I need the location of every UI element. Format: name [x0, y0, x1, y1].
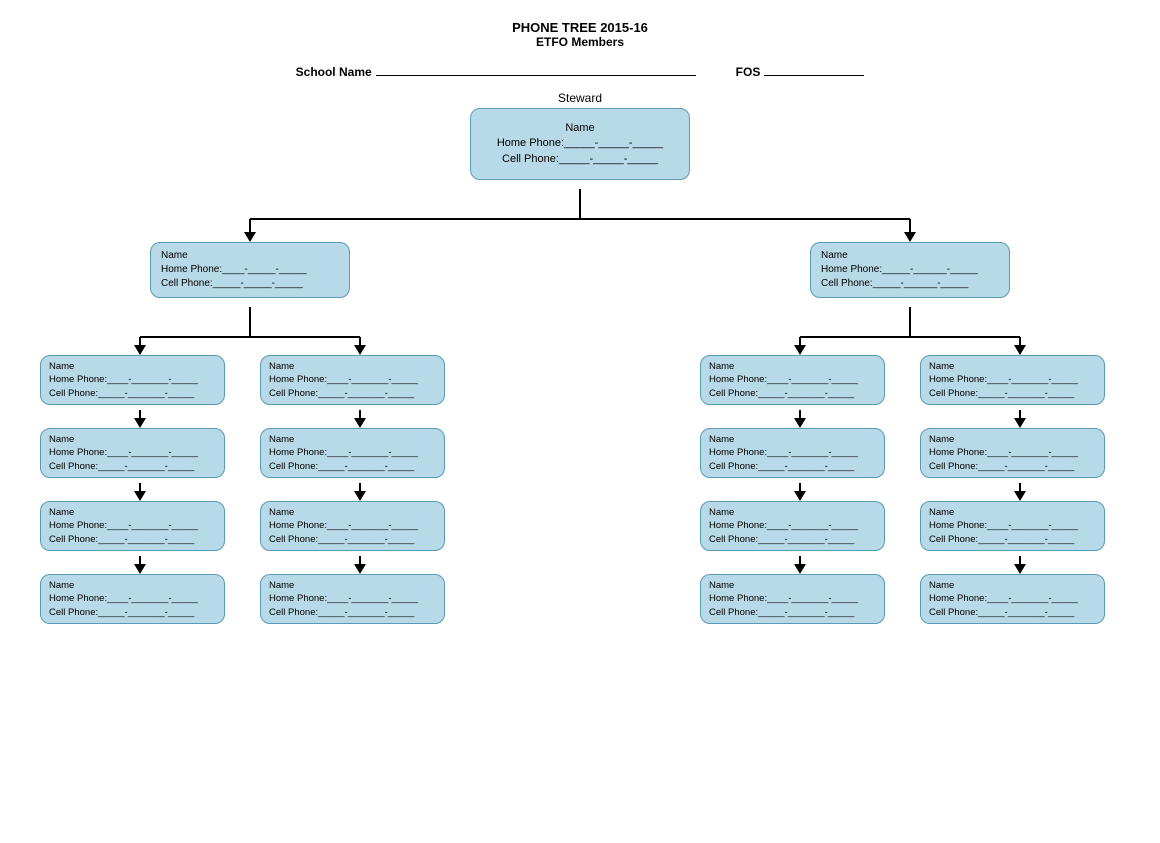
col4-node0: Name Home Phone:____-_______-_____ Cell … — [920, 355, 1110, 405]
col3-node2: Name Home Phone:____-_______-_____ Cell … — [700, 501, 890, 551]
col3-node3: Name Home Phone:____-_______-_____ Cell … — [700, 574, 890, 624]
col3-node0: Name Home Phone:____-_______-_____ Cell … — [700, 355, 890, 405]
col1-node1: Name Home Phone:____-_______-_____ Cell … — [40, 428, 230, 478]
level1-left: Name Home Phone:____-_____-_____ Cell Ph… — [150, 242, 350, 298]
school-field: School Name — [296, 65, 696, 79]
steward-label-text: Steward Name Home Phone:_____-_____-____… — [470, 91, 690, 180]
c1n1-name: Name — [49, 433, 216, 446]
steward-label: Steward — [470, 91, 690, 105]
root-home: Home Phone:_____-_____-_____ — [487, 136, 673, 151]
l1l-home: Home Phone:____-_____-_____ — [161, 263, 339, 277]
col4-node1: Name Home Phone:____-_______-_____ Cell … — [920, 428, 1110, 478]
c1n0-home: Home Phone:____-_______-_____ — [49, 373, 216, 386]
l1l-cell: Cell Phone:_____-_____-_____ — [161, 277, 339, 291]
school-fos-line: School Name FOS — [30, 65, 1130, 79]
sub-title: ETFO Members — [30, 35, 1130, 49]
school-label: School Name — [296, 65, 372, 79]
root-node: Name Home Phone:_____-_____-_____ Cell P… — [470, 108, 690, 180]
l1l-name: Name — [161, 249, 339, 263]
c1n0-name: Name — [49, 360, 216, 373]
level1-left-node: Name Home Phone:____-_____-_____ Cell Ph… — [150, 242, 350, 298]
fos-field: FOS — [736, 65, 865, 79]
col3-node1: Name Home Phone:____-_______-_____ Cell … — [700, 428, 890, 478]
l1r-home: Home Phone:_____-______-_____ — [821, 263, 999, 277]
col4-node2: Name Home Phone:____-_______-_____ Cell … — [920, 501, 1110, 551]
col4-node3: Name Home Phone:____-_______-_____ Cell … — [920, 574, 1110, 624]
col1-node0: Name Home Phone:____-_______-_____ Cell … — [40, 355, 230, 405]
fos-label: FOS — [736, 65, 761, 79]
col2-node2: Name Home Phone:____-_______-_____ Cell … — [260, 501, 450, 551]
root-name: Name — [487, 121, 673, 136]
level1-right-node: Name Home Phone:_____-______-_____ Cell … — [810, 242, 1010, 298]
tree-container: Steward Name Home Phone:_____-_____-____… — [30, 89, 1130, 769]
level1-right: Name Home Phone:_____-______-_____ Cell … — [810, 242, 1010, 298]
fos-underline — [764, 75, 864, 76]
title-section: PHONE TREE 2015-16 ETFO Members — [30, 20, 1130, 49]
col2-node3: Name Home Phone:____-_______-_____ Cell … — [260, 574, 450, 624]
l1r-cell: Cell Phone:_____-______-_____ — [821, 277, 999, 291]
col1-node2: Name Home Phone:____-_______-_____ Cell … — [40, 501, 230, 551]
col1-node3: Name Home Phone:____-_______-_____ Cell … — [40, 574, 230, 624]
main-title: PHONE TREE 2015-16 — [30, 20, 1130, 35]
page: PHONE TREE 2015-16 ETFO Members School N… — [0, 0, 1160, 843]
l1r-name: Name — [821, 249, 999, 263]
col2-node0: Name Home Phone:____-_______-_____ Cell … — [260, 355, 450, 405]
school-underline — [376, 75, 696, 76]
col2-node1: Name Home Phone:____-_______-_____ Cell … — [260, 428, 450, 478]
c1n0-cell: Cell Phone:_____-_______-_____ — [49, 387, 216, 400]
root-cell: Cell Phone:_____-_____-_____ — [487, 152, 673, 167]
